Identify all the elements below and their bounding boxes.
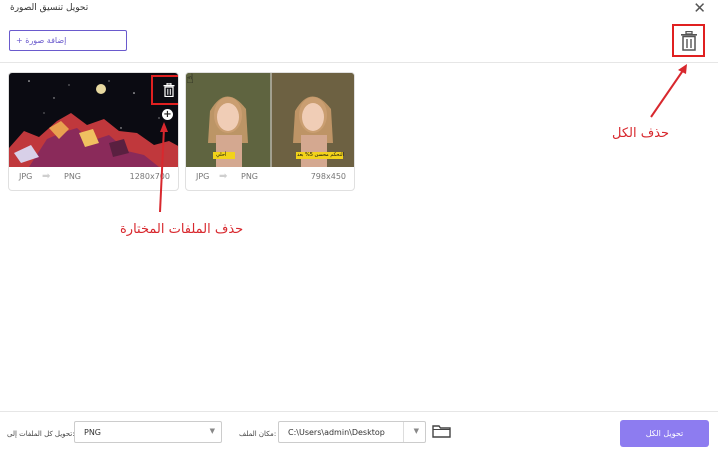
annotation-arrows <box>159 64 687 213</box>
location-label: مكان الملف: <box>239 430 277 438</box>
chevron-down-icon: ▼ <box>413 427 419 435</box>
output-format-select[interactable]: PNG ▼ <box>74 421 222 443</box>
divider <box>403 422 404 442</box>
output-format-value: PNG <box>84 428 102 437</box>
location-select[interactable]: C:\Users\admin\Desktop ▼ <box>278 421 426 443</box>
folder-icon[interactable] <box>432 424 451 438</box>
convert-all-to-label: تحويل كل الملفات إلى: <box>7 430 75 438</box>
annotation-delete-selected: حذف الملفات المختارة <box>120 222 244 237</box>
footer-bar: تحويل كل الملفات إلى: PNG ▼ مكان الملف: … <box>0 411 718 451</box>
chevron-down-icon: ▼ <box>209 427 215 435</box>
annotation-delete-all: حذف الكل <box>612 126 670 141</box>
location-value: C:\Users\admin\Desktop <box>288 428 385 437</box>
convert-all-button[interactable]: تحويل الكل <box>620 420 709 447</box>
